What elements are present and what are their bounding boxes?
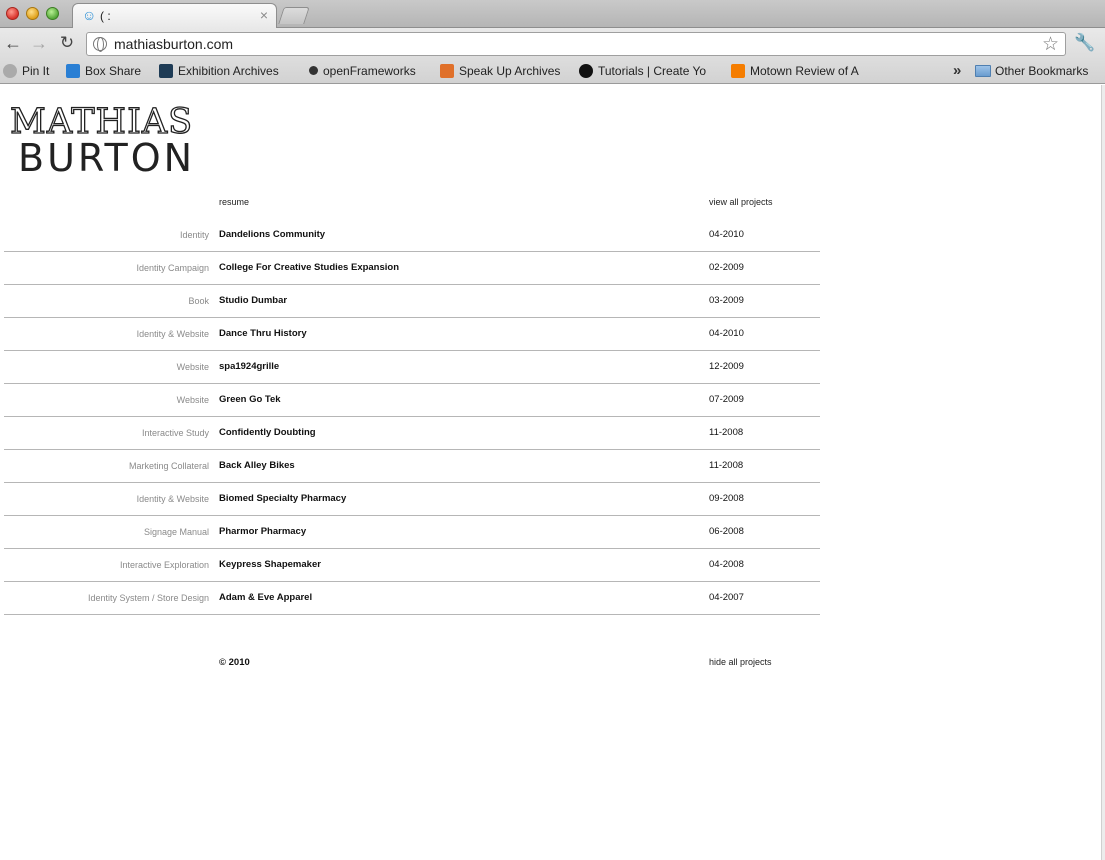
address-bar[interactable]: mathiasburton.com ☆ — [86, 32, 1066, 56]
project-title[interactable]: spa1924grille — [219, 361, 279, 372]
project-title[interactable]: Confidently Doubting — [219, 427, 316, 438]
project-row[interactable]: Interactive Exploration Keypress Shapema… — [4, 549, 820, 582]
forward-arrow-icon[interactable]: → — [28, 32, 50, 54]
url-text[interactable]: mathiasburton.com — [114, 36, 233, 52]
project-title[interactable]: College For Creative Studies Expansion — [219, 262, 399, 273]
project-title[interactable]: Green Go Tek — [219, 394, 281, 405]
bookmark-star-icon[interactable]: ☆ — [1042, 33, 1059, 56]
project-date: 11-2008 — [709, 427, 744, 438]
other-bookmarks-label: Other Bookmarks — [995, 64, 1089, 78]
site-logo[interactable]: MATHIAS BURTON — [9, 102, 210, 180]
box-icon — [66, 64, 80, 78]
tab-title: ( : — [100, 9, 111, 23]
project-row[interactable]: Website spa1924grille 12-2009 — [4, 351, 820, 384]
folder-icon — [975, 65, 991, 77]
tab-bar: ☺ ( : × — [0, 0, 1105, 28]
project-category: Website — [176, 362, 209, 372]
bookmarks-bar: Pin It Box Share Exhibition Archives ope… — [0, 60, 1105, 84]
project-category: Identity & Website — [136, 494, 209, 504]
project-title[interactable]: Adam & Eve Apparel — [219, 592, 312, 603]
resume-link[interactable]: resume — [219, 197, 249, 207]
project-date: 06-2008 — [709, 526, 744, 537]
logo-first-name: MATHIAS — [9, 102, 194, 142]
project-category: Identity & Website — [136, 329, 209, 339]
exhibition-icon — [159, 64, 173, 78]
project-category: Interactive Study — [141, 428, 209, 438]
speakup-icon — [440, 64, 454, 78]
bookmark-box-share[interactable]: Box Share — [66, 64, 146, 80]
bookmark-exhibition-archives[interactable]: Exhibition Archives — [159, 64, 295, 80]
project-row[interactable]: Marketing Collateral Back Alley Bikes 11… — [4, 450, 820, 483]
window-maximize-button[interactable] — [46, 7, 59, 20]
project-date: 02-2009 — [709, 262, 744, 273]
project-row[interactable]: Website Green Go Tek 07-2009 — [4, 384, 820, 417]
project-title[interactable]: Biomed Specialty Pharmacy — [219, 493, 346, 504]
project-category: Interactive Exploration — [119, 560, 209, 570]
globe-icon — [93, 37, 107, 52]
project-row[interactable]: Identity System / Store Design Adam & Ev… — [4, 582, 820, 615]
bookmark-tutorials[interactable]: Tutorials | Create Yo — [579, 64, 716, 80]
blogger-icon — [731, 64, 745, 78]
project-row[interactable]: Book Studio Dumbar 03-2009 — [4, 285, 820, 318]
openframeworks-icon — [309, 66, 318, 75]
browser-tab[interactable]: ☺ ( : × — [72, 3, 277, 28]
new-tab-button[interactable] — [278, 7, 310, 24]
bookmark-pin-it[interactable]: Pin It — [3, 64, 59, 80]
hide-all-projects-link[interactable]: hide all projects — [709, 657, 772, 667]
browser-toolbar: ← → ↻ mathiasburton.com ☆ 🔧 — [0, 28, 1105, 60]
window-minimize-button[interactable] — [26, 7, 39, 20]
other-bookmarks-folder[interactable]: Other Bookmarks — [975, 64, 1088, 78]
project-category: Website — [176, 395, 209, 405]
view-all-projects-link[interactable]: view all projects — [709, 197, 773, 207]
project-category: Identity Campaign — [136, 263, 209, 273]
project-category: Identity System / Store Design — [87, 593, 209, 603]
project-title[interactable]: Dance Thru History — [219, 328, 307, 339]
project-date: 04-2008 — [709, 559, 744, 570]
bookmark-openframeworks[interactable]: openFrameworks — [309, 64, 427, 80]
project-date: 03-2009 — [709, 295, 744, 306]
project-row[interactable]: Signage Manual Pharmor Pharmacy 06-2008 — [4, 516, 820, 549]
project-title[interactable]: Keypress Shapemaker — [219, 559, 321, 570]
project-date: 11-2008 — [709, 460, 744, 471]
project-row[interactable]: Identity & Website Dance Thru History 04… — [4, 318, 820, 351]
project-date: 12-2009 — [709, 361, 744, 372]
project-list: Identity Dandelions Community 04-2010 Id… — [4, 219, 820, 615]
project-date: 09-2008 — [709, 493, 744, 504]
back-arrow-icon[interactable]: ← — [2, 32, 24, 54]
wrench-icon[interactable]: 🔧 — [1074, 33, 1096, 55]
project-category: Book — [188, 296, 209, 306]
logo-last-name: BURTON — [18, 136, 196, 180]
project-row[interactable]: Interactive Study Confidently Doubting 1… — [4, 417, 820, 450]
project-title[interactable]: Back Alley Bikes — [219, 460, 295, 471]
project-row[interactable]: Identity & Website Biomed Specialty Phar… — [4, 483, 820, 516]
project-date: 04-2007 — [709, 592, 744, 603]
more-bookmarks-chevron-icon[interactable]: » — [953, 62, 961, 79]
project-category: Signage Manual — [143, 527, 209, 537]
smiley-favicon-icon: ☺ — [82, 7, 97, 23]
pin-it-icon — [3, 64, 17, 78]
project-title[interactable]: Studio Dumbar — [219, 295, 287, 306]
window-right-edge — [1101, 85, 1105, 860]
project-date: 04-2010 — [709, 229, 744, 240]
project-title[interactable]: Dandelions Community — [219, 229, 325, 240]
project-category: Identity — [179, 230, 209, 240]
tab-close-icon[interactable]: × — [260, 7, 268, 23]
project-category: Marketing Collateral — [128, 461, 209, 471]
project-date: 04-2010 — [709, 328, 744, 339]
bookmark-speak-up-archives[interactable]: Speak Up Archives — [440, 64, 566, 80]
project-row[interactable]: Identity Campaign College For Creative S… — [4, 252, 820, 285]
copyright-text: © 2010 — [219, 657, 250, 668]
bookmark-motown-review[interactable]: Motown Review of A — [731, 64, 866, 80]
project-date: 07-2009 — [709, 394, 744, 405]
project-title[interactable]: Pharmor Pharmacy — [219, 526, 306, 537]
window-close-button[interactable] — [6, 7, 19, 20]
project-row[interactable]: Identity Dandelions Community 04-2010 — [4, 219, 820, 252]
reload-icon[interactable]: ↻ — [56, 32, 78, 54]
tutorials-icon — [579, 64, 593, 78]
